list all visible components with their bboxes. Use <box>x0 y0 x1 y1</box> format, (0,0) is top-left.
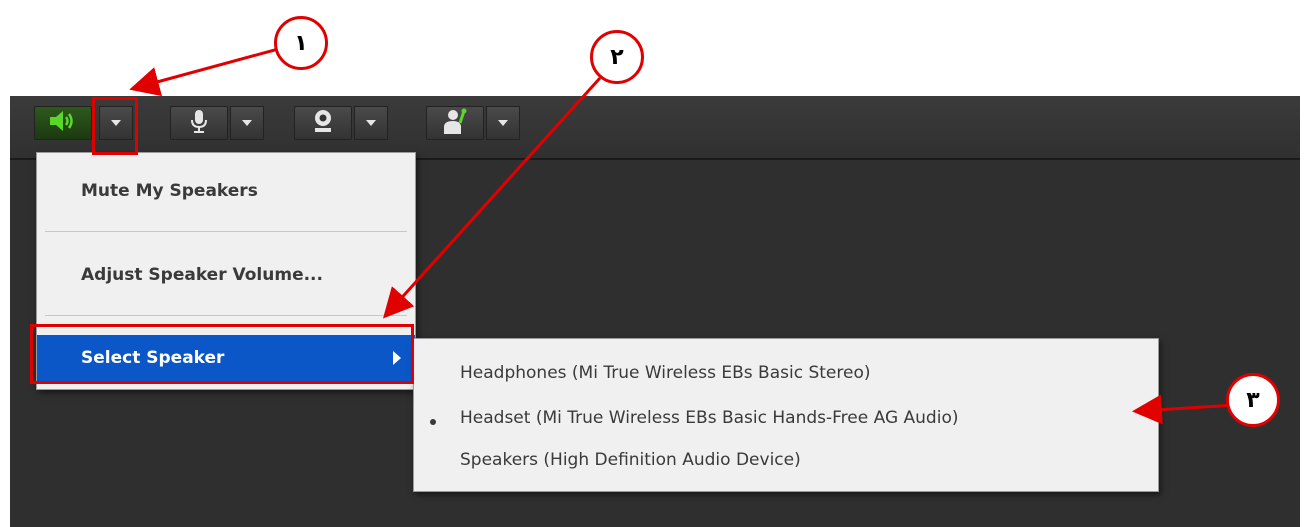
annotation-arrows <box>129 46 1237 425</box>
arrow-to-dropdown <box>129 46 283 97</box>
arrow-to-select-speaker <box>382 76 602 319</box>
arrow-to-headset <box>1132 394 1237 425</box>
step-marker-1: ۱ <box>274 16 328 70</box>
step-marker-2: ۲ <box>590 30 644 84</box>
step-marker-3: ۳ <box>1226 373 1280 427</box>
